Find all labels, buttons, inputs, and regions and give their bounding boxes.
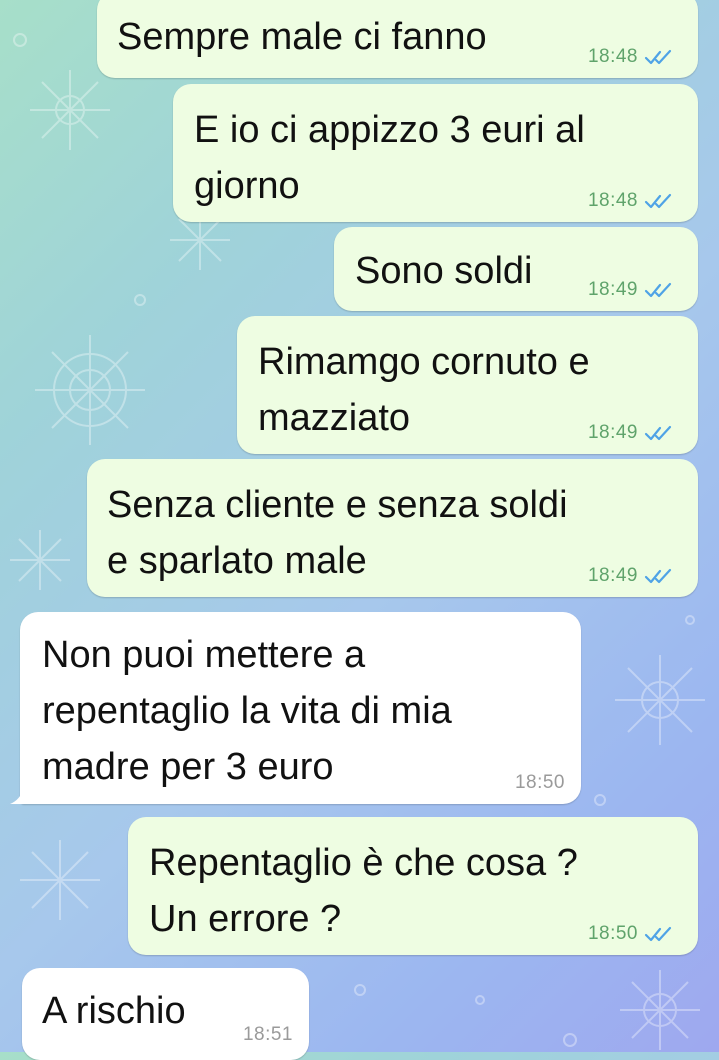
message-bubble-outgoing[interactable]: Sono soldi 18:49 bbox=[334, 227, 698, 311]
message-meta: 18:49 bbox=[588, 279, 676, 301]
message-time: 18:49 bbox=[587, 279, 638, 300]
message-meta: 18:51 bbox=[243, 1024, 293, 1046]
bubble-tail bbox=[10, 788, 24, 804]
message-time: 18:48 bbox=[587, 46, 638, 67]
message-time: 18:48 bbox=[587, 190, 638, 211]
message-bubble-incoming[interactable]: A rischio 18:51 bbox=[22, 968, 309, 1060]
message-time: 18:49 bbox=[587, 422, 638, 443]
message-bubble-outgoing[interactable]: Senza cliente e senza soldi e sparlato m… bbox=[87, 459, 698, 597]
message-time: 18:49 bbox=[587, 565, 638, 586]
message-bubble-outgoing[interactable]: Repentaglio è che cosa ? Un errore ? 18:… bbox=[128, 817, 698, 955]
double-check-icon bbox=[644, 425, 672, 441]
message-time: 18:50 bbox=[587, 923, 638, 944]
message-meta: 18:48 bbox=[588, 190, 676, 212]
double-check-icon bbox=[644, 282, 672, 298]
message-meta: 18:50 bbox=[515, 772, 565, 794]
message-meta: 18:48 bbox=[588, 46, 676, 68]
message-text: Sempre male ci fanno bbox=[117, 16, 487, 58]
message-bubble-outgoing[interactable]: Sempre male ci fanno 18:48 bbox=[97, 0, 698, 78]
message-text: E io ci appizzo 3 euri al giorno bbox=[194, 109, 585, 207]
message-text: Repentaglio è che cosa ? Un errore ? bbox=[149, 842, 578, 940]
message-text: Senza cliente e senza soldi e sparlato m… bbox=[107, 484, 568, 582]
double-check-icon bbox=[644, 568, 672, 584]
message-text: A rischio bbox=[42, 990, 186, 1032]
chat-area[interactable]: Sempre male ci fanno 18:48 E io ci appiz… bbox=[0, 0, 719, 1060]
message-text: Non puoi mettere a repentaglio la vita d… bbox=[42, 634, 452, 788]
message-text: Rimamgo cornuto e mazziato bbox=[258, 341, 590, 439]
message-bubble-outgoing[interactable]: Rimamgo cornuto e mazziato 18:49 bbox=[237, 316, 698, 454]
message-time: 18:50 bbox=[514, 772, 565, 793]
message-meta: 18:49 bbox=[588, 565, 676, 587]
message-bubble-outgoing[interactable]: E io ci appizzo 3 euri al giorno 18:48 bbox=[173, 84, 698, 222]
message-meta: 18:49 bbox=[588, 422, 676, 444]
double-check-icon bbox=[644, 49, 672, 65]
double-check-icon bbox=[644, 926, 672, 942]
message-time: 18:51 bbox=[242, 1024, 293, 1045]
double-check-icon bbox=[644, 193, 672, 209]
message-text: Sono soldi bbox=[355, 250, 533, 292]
message-meta: 18:50 bbox=[588, 923, 676, 945]
message-bubble-incoming[interactable]: Non puoi mettere a repentaglio la vita d… bbox=[10, 612, 581, 804]
